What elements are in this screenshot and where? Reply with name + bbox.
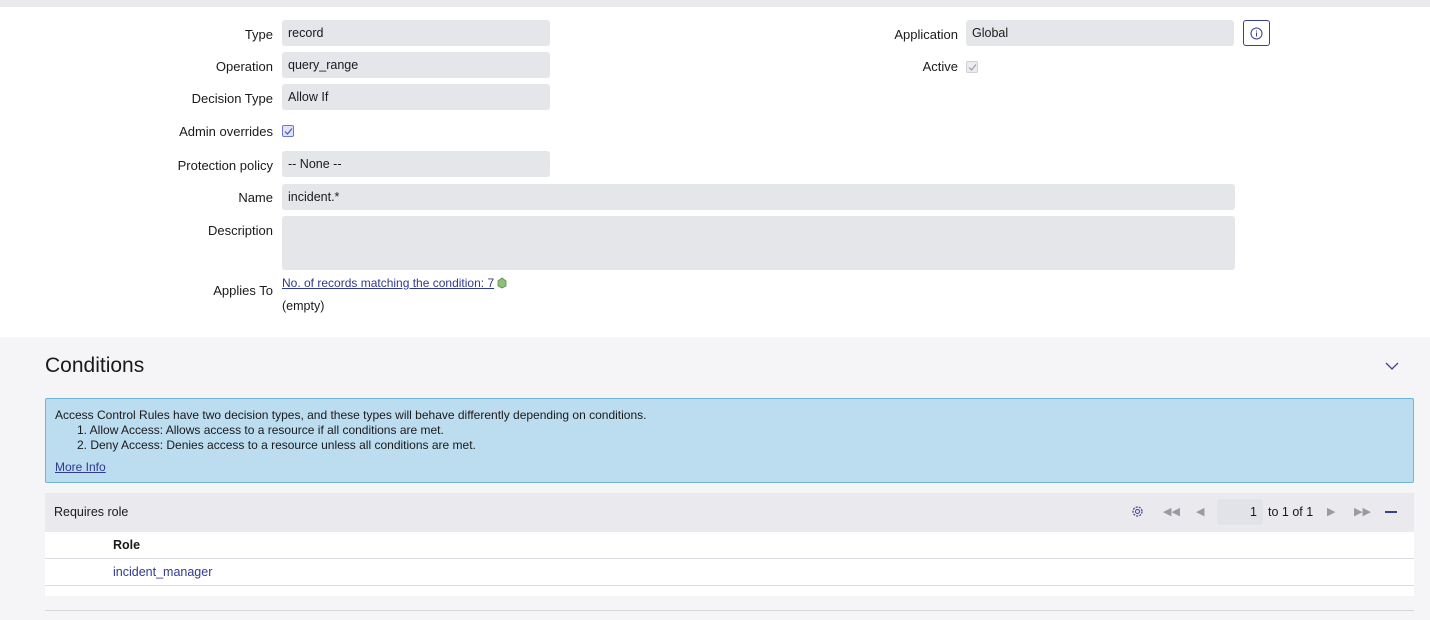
page-info: to 1 of 1 — [1268, 505, 1314, 519]
chevron-down-icon[interactable] — [1385, 362, 1399, 371]
role-link[interactable]: incident_manager — [113, 565, 212, 579]
column-header-role[interactable]: Role — [113, 538, 140, 552]
admin-overrides-checkbox[interactable] — [282, 125, 294, 137]
application-label: Application — [894, 27, 958, 42]
applies-to-value: (empty) — [282, 299, 325, 313]
check-icon — [284, 128, 293, 135]
records-count-link[interactable]: No. of records matching the condition: 7 — [282, 276, 494, 290]
decision-type-label: Decision Type — [191, 91, 273, 106]
operation-label: Operation — [215, 59, 273, 74]
type-field[interactable]: record — [282, 20, 550, 46]
conditions-title: Conditions — [45, 354, 145, 377]
row-divider — [45, 585, 1414, 586]
collapse-icon[interactable] — [1385, 511, 1397, 513]
active-checkbox[interactable] — [966, 61, 978, 73]
related-list-header: Requires role ◀◀ ◀ 1 to 1 of 1 ▶ ▶▶ — [45, 493, 1414, 532]
filter-icon[interactable] — [497, 277, 507, 289]
type-label: Type — [244, 27, 273, 42]
protection-policy-select[interactable]: -- None -- — [282, 151, 550, 177]
admin-overrides-label: Admin overrides — [179, 124, 273, 139]
previous-page-icon[interactable]: ◀ — [1196, 505, 1204, 518]
header-divider — [45, 558, 1414, 559]
name-label: Name — [238, 190, 273, 205]
decision-type-field[interactable]: Allow If — [282, 84, 550, 110]
applies-to-row: No. of records matching the condition: 7 — [282, 276, 507, 290]
more-info-link[interactable]: More Info — [55, 460, 106, 474]
related-list-title: Requires role — [54, 505, 129, 519]
first-page-icon[interactable]: ◀◀ — [1163, 505, 1180, 518]
applies-to-label: Applies To — [213, 283, 273, 298]
alert-intro: Access Control Rules have two decision t… — [55, 408, 647, 422]
related-list-table: Role incident_manager — [45, 532, 1414, 596]
alert-item-2: 2. Deny Access: Denies access to a resou… — [77, 438, 476, 452]
info-alert: Access Control Rules have two decision t… — [45, 398, 1414, 483]
name-field[interactable]: incident.* — [282, 184, 1235, 210]
info-button[interactable] — [1243, 20, 1270, 46]
description-field[interactable] — [282, 216, 1235, 270]
protection-policy-label: Protection policy — [177, 158, 273, 173]
bottom-divider — [45, 610, 1414, 611]
operation-field[interactable]: query_range — [282, 52, 550, 78]
gear-icon[interactable] — [1131, 505, 1144, 518]
description-label: Description — [207, 223, 273, 238]
application-field[interactable]: Global — [966, 20, 1234, 46]
page-number-input[interactable]: 1 — [1217, 499, 1263, 525]
active-label: Active — [922, 59, 958, 74]
last-page-icon[interactable]: ▶▶ — [1354, 505, 1371, 518]
next-page-icon[interactable]: ▶ — [1327, 505, 1335, 518]
top-bar — [0, 0, 1430, 7]
check-icon — [968, 64, 977, 71]
info-icon — [1250, 27, 1263, 40]
alert-item-1: 1. Allow Access: Allows access to a reso… — [77, 423, 444, 437]
